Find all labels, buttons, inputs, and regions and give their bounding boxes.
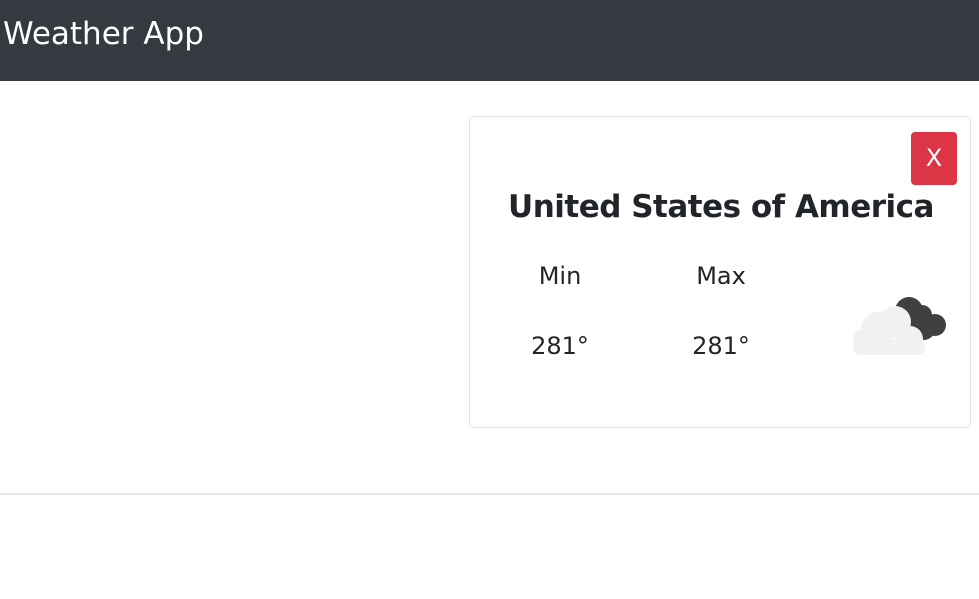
max-value: 281° (692, 332, 750, 360)
max-label: Max (696, 262, 746, 290)
cloud-icon (853, 297, 946, 355)
country-name: United States of America (508, 189, 934, 225)
divider (0, 493, 979, 495)
max-temperature: Max 281° (661, 257, 781, 365)
close-button[interactable]: X (911, 132, 957, 185)
app-title[interactable]: Weather App (3, 14, 204, 54)
navbar: Weather App (0, 0, 979, 81)
min-value: 281° (531, 332, 589, 360)
min-label: Min (538, 262, 582, 290)
weather-card: X United States of America Min 281° Max … (469, 116, 971, 428)
min-temperature: Min 281° (500, 257, 620, 365)
